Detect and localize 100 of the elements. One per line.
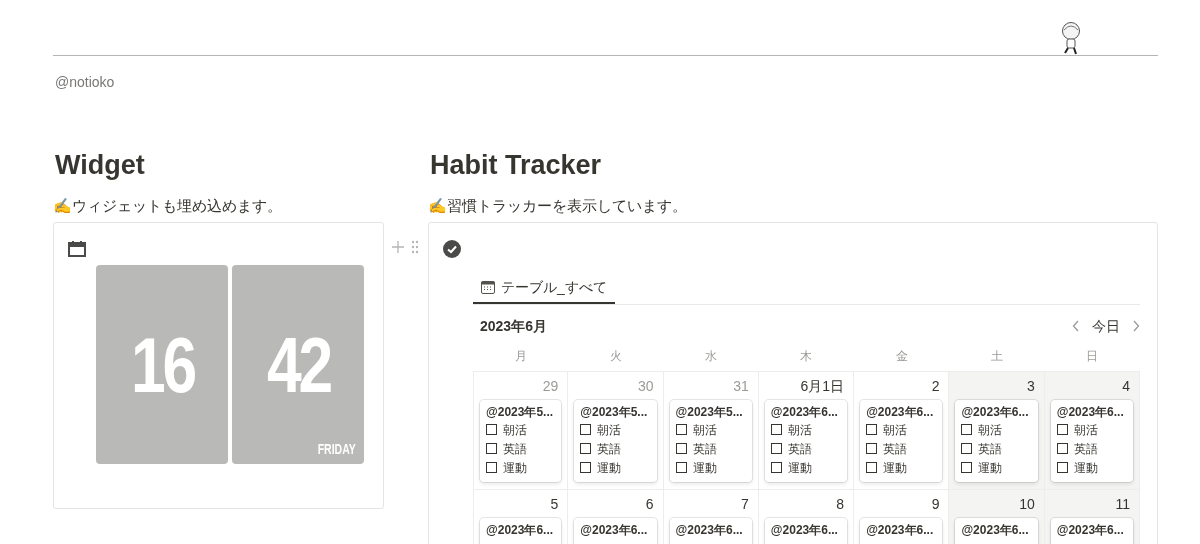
section-description: ✍習慣トラッカーを表示しています。 bbox=[428, 196, 688, 216]
checkbox[interactable] bbox=[486, 462, 497, 473]
checkbox[interactable] bbox=[675, 462, 687, 473]
checkbox[interactable] bbox=[866, 443, 878, 454]
card-title: @2023年5... bbox=[580, 404, 649, 420]
checkbox[interactable] bbox=[1056, 424, 1068, 435]
habit-label: 英語 bbox=[978, 440, 1003, 458]
card-title: @2023年6... bbox=[580, 522, 649, 538]
day-number: 2 bbox=[931, 377, 940, 395]
habit-label: 英語 bbox=[692, 440, 717, 458]
habit-label: 英語 bbox=[1073, 440, 1098, 458]
checkbox[interactable] bbox=[580, 462, 592, 473]
calendar-icon bbox=[68, 241, 86, 257]
checkbox[interactable] bbox=[866, 424, 878, 435]
chevron-right-icon[interactable] bbox=[1132, 320, 1140, 332]
day-number: 4 bbox=[1122, 377, 1130, 395]
habit-card[interactable]: @2023年6... bbox=[764, 518, 848, 544]
day-number: 29 bbox=[542, 377, 559, 395]
checkbox[interactable] bbox=[961, 462, 973, 473]
clock-weekday: FRIDAY bbox=[317, 442, 356, 456]
habit-card[interactable]: @2023年5... 朝活 英語 運動 bbox=[669, 400, 752, 482]
weekday-label: 金 bbox=[895, 348, 908, 365]
day-number: 9 bbox=[931, 495, 940, 513]
card-title: @2023年6... bbox=[1056, 522, 1125, 538]
habit-label: 朝活 bbox=[692, 421, 717, 439]
habit-card[interactable]: @2023年6... 朝活 英語 運動 bbox=[764, 400, 848, 482]
habit-label: 英語 bbox=[883, 440, 908, 458]
habit-label: 英語 bbox=[597, 440, 622, 458]
weekday-label: 土 bbox=[991, 348, 1004, 365]
habit-card[interactable]: @2023年6... 朝活 英語 運動 bbox=[1050, 400, 1133, 482]
drag-handle-icon[interactable] bbox=[411, 240, 419, 254]
weekday-label: 日 bbox=[1086, 348, 1099, 365]
card-title: @2023年6... bbox=[961, 404, 1030, 420]
card-title: @2023年6... bbox=[675, 522, 744, 538]
clock-hours: 16 bbox=[130, 325, 194, 404]
habit-label: 運動 bbox=[597, 459, 622, 477]
habit-card[interactable]: @2023年5... 朝活 英語 運動 bbox=[574, 400, 657, 482]
checkbox[interactable] bbox=[961, 424, 973, 435]
habit-card[interactable]: @2023年6... bbox=[480, 518, 562, 544]
checkbox[interactable] bbox=[675, 443, 687, 454]
checkbox[interactable] bbox=[770, 424, 782, 435]
checkbox[interactable] bbox=[486, 424, 497, 435]
checkbox[interactable] bbox=[1056, 443, 1068, 454]
card-title: @2023年6... bbox=[770, 522, 839, 538]
habit-label: 運動 bbox=[503, 459, 527, 477]
day-number: 6月1日 bbox=[800, 377, 845, 395]
card-title: @2023年6... bbox=[866, 522, 935, 538]
clock-minutes: 42 bbox=[266, 325, 330, 404]
habit-label: 朝活 bbox=[787, 421, 812, 439]
view-tab[interactable]: テーブル_すべて bbox=[473, 272, 615, 304]
checkbox[interactable] bbox=[961, 443, 973, 454]
card-title: @2023年5... bbox=[675, 404, 744, 420]
checkbox[interactable] bbox=[580, 424, 592, 435]
author-handle: @notioko bbox=[55, 74, 115, 90]
section-heading: Habit Tracker bbox=[429, 149, 603, 182]
checkbox[interactable] bbox=[770, 443, 782, 454]
day-number: 7 bbox=[741, 495, 749, 513]
habit-label: 朝活 bbox=[597, 421, 622, 439]
weekday-label: 水 bbox=[705, 348, 718, 365]
weekday-label: 月 bbox=[514, 348, 527, 365]
day-number: 11 bbox=[1115, 495, 1130, 513]
habit-card[interactable]: @2023年5... 朝活 英語 運動 bbox=[480, 400, 562, 482]
checkbox[interactable] bbox=[580, 443, 592, 454]
habit-card[interactable]: @2023年6... bbox=[955, 518, 1038, 544]
habit-card[interactable]: @2023年6... bbox=[574, 518, 657, 544]
check-circle-icon bbox=[443, 240, 461, 258]
habit-label: 運動 bbox=[978, 459, 1003, 477]
habit-label: 運動 bbox=[787, 459, 812, 477]
card-title: @2023年6... bbox=[1056, 404, 1125, 420]
habit-label: 英語 bbox=[503, 440, 527, 458]
checkbox[interactable] bbox=[770, 462, 782, 473]
checkbox[interactable] bbox=[866, 462, 878, 473]
habit-label: 英語 bbox=[787, 440, 812, 458]
habit-label: 運動 bbox=[692, 459, 717, 477]
habit-card[interactable]: @2023年6... 朝活 英語 運動 bbox=[860, 400, 943, 482]
habit-card[interactable]: @2023年6... bbox=[1050, 518, 1133, 544]
habit-card[interactable]: @2023年6... bbox=[669, 518, 752, 544]
chevron-left-icon[interactable] bbox=[1072, 320, 1080, 332]
day-number: 30 bbox=[638, 377, 654, 395]
day-number: 5 bbox=[550, 495, 559, 513]
weekday-label: 木 bbox=[800, 348, 813, 365]
habit-label: 朝活 bbox=[883, 421, 908, 439]
habit-label: 朝活 bbox=[1073, 421, 1098, 439]
habit-card[interactable]: @2023年6... bbox=[860, 518, 943, 544]
today-button[interactable]: 今日 bbox=[1088, 315, 1124, 337]
checkbox[interactable] bbox=[675, 424, 687, 435]
section-heading: Widget bbox=[54, 149, 146, 182]
habit-label: 運動 bbox=[1073, 459, 1098, 477]
day-number: 31 bbox=[733, 377, 749, 395]
habit-label: 朝活 bbox=[503, 421, 527, 439]
habit-label: 運動 bbox=[883, 459, 908, 477]
card-title: @2023年5... bbox=[486, 404, 555, 420]
habit-label: 朝活 bbox=[978, 421, 1003, 439]
checkbox[interactable] bbox=[486, 443, 497, 454]
checkbox[interactable] bbox=[1056, 462, 1068, 473]
habit-card[interactable]: @2023年6... 朝活 英語 運動 bbox=[955, 400, 1038, 482]
section-description: ✍ウィジェットも埋め込めます。 bbox=[53, 196, 283, 216]
card-title: @2023年6... bbox=[770, 404, 839, 420]
day-number: 8 bbox=[836, 495, 845, 513]
table-icon bbox=[481, 280, 495, 294]
